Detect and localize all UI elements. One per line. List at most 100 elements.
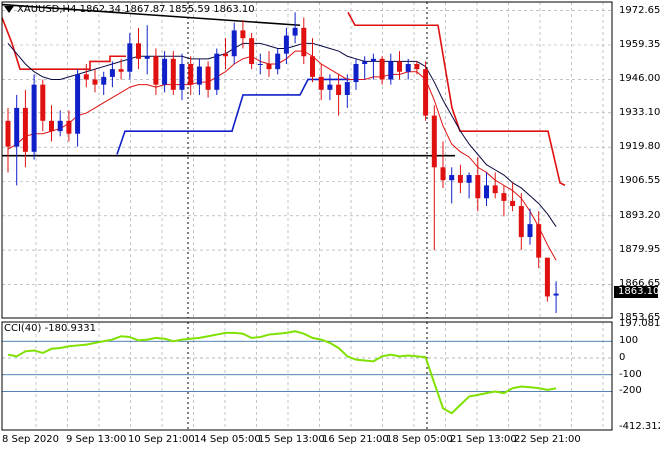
cci-tick-label: 197.0814: [619, 317, 660, 329]
candle-body: [362, 61, 368, 64]
candle-body: [414, 63, 420, 70]
candle-body: [501, 193, 507, 201]
candle-body: [249, 38, 255, 64]
candle-body: [266, 63, 272, 70]
candle-body: [240, 30, 246, 39]
candle-body: [5, 120, 11, 147]
candle-body: [510, 200, 516, 207]
dropdown-arrow-icon[interactable]: [4, 5, 14, 13]
price-tick-label: 1933.10: [619, 106, 660, 118]
price-tick-label: 1919.80: [619, 141, 660, 153]
cci-pane-border: [1, 321, 613, 431]
time-tick-label: 21 Sep 13:00: [450, 434, 517, 445]
candle-body: [136, 43, 141, 59]
candle-body: [327, 84, 333, 90]
main-pane-border: [1, 1, 613, 319]
candle-body: [275, 53, 281, 70]
candle-body: [223, 53, 228, 57]
candle-body: [397, 61, 402, 72]
candle-body: [318, 76, 324, 90]
cci-tick-label: -100: [619, 368, 642, 380]
candle-body: [196, 66, 202, 85]
cci-title: CCI(40) -180.9331: [4, 323, 96, 334]
candle-body: [553, 293, 559, 296]
support-step-line: [116, 78, 350, 155]
time-tick-label: 8 Sep 2020: [2, 434, 60, 445]
candle-body: [170, 58, 176, 90]
candle-body: [22, 107, 28, 152]
candles: [5, 12, 559, 313]
candle-body: [153, 56, 159, 85]
candle-body: [466, 175, 472, 183]
candle-body: [66, 120, 72, 134]
price-tick-label: 1959.35: [619, 39, 660, 50]
current-price-label: 1863.10: [614, 286, 659, 298]
candle-body: [257, 63, 263, 65]
candle-body: [449, 175, 455, 181]
candle-body: [188, 63, 194, 85]
price-tick-label: 1893.20: [619, 209, 660, 221]
price-tick-label: 1946.00: [619, 73, 660, 85]
candle-body: [40, 84, 46, 121]
cci-line: [2, 330, 612, 415]
candle-body: [475, 175, 481, 199]
cci-tick-label: 0: [619, 352, 626, 363]
candle-body: [544, 257, 550, 297]
candle-body: [370, 58, 376, 62]
candle-body: [536, 224, 542, 258]
cci-curve: [7, 330, 557, 415]
candle-body: [292, 27, 298, 36]
candle-body: [75, 74, 81, 134]
candle-body: [388, 61, 394, 80]
time-tick-label: 15 Sep 13:00: [258, 434, 325, 445]
time-tick-label: 16 Sep 21:00: [322, 434, 389, 445]
candle-body: [344, 82, 350, 95]
candle-body: [92, 79, 98, 85]
candle-body: [310, 56, 315, 77]
cci-tick-label: -412.3125: [619, 420, 660, 432]
candle-body: [423, 69, 429, 116]
candle-body: [301, 27, 307, 57]
candle-body: [379, 58, 385, 80]
candle-body: [214, 53, 220, 90]
cci-tick-label: -200: [619, 385, 642, 397]
price-tick-label: 1879.95: [619, 244, 660, 256]
ohlc-readout: 1862.34 1867.87 1855.59 1863.10: [79, 4, 255, 15]
candle-body: [492, 185, 498, 194]
price-tick-label: 1972.65: [619, 4, 660, 16]
candle-body: [283, 35, 289, 54]
candle-body: [118, 69, 124, 72]
time-tick-label: 9 Sep 13:00: [66, 434, 127, 445]
candle-body: [101, 76, 107, 85]
candle-body: [49, 120, 54, 132]
time-tick-label: 18 Sep 05:00: [386, 434, 453, 445]
candle-body: [353, 63, 359, 83]
candle-body: [179, 63, 185, 90]
candle-body: [57, 120, 63, 132]
cci-tick-label: 100: [619, 335, 639, 347]
price-tick-label: 1906.55: [619, 175, 660, 187]
candle-body: [484, 185, 489, 199]
ma-slow-line: [7, 42, 557, 227]
candle-body: [518, 206, 524, 238]
candle-body: [405, 63, 411, 72]
candle-body: [440, 167, 446, 181]
time-tick-label: 22 Sep 21:00: [514, 434, 581, 445]
candle-body: [127, 43, 133, 72]
symbol-timeframe: XAUUSD,H4: [17, 4, 77, 15]
candle-body: [162, 58, 168, 85]
time-tick-label: 14 Sep 05:00: [194, 434, 261, 445]
candle-body: [205, 66, 211, 90]
candle-body: [527, 224, 533, 238]
candle-body: [431, 115, 437, 168]
candle-body: [457, 175, 463, 183]
candle-body: [109, 69, 115, 77]
candle-body: [231, 30, 237, 57]
candle-body: [14, 107, 20, 147]
price-chart[interactable]: [0, 0, 660, 450]
chart-title: XAUUSD,H4 1862.34 1867.87 1855.59 1863.1…: [4, 4, 255, 16]
indicator-lines: [1, 3, 566, 261]
trailing-stop-line-1: [1, 17, 126, 70]
candle-body: [144, 56, 150, 59]
candle-body: [31, 84, 37, 152]
